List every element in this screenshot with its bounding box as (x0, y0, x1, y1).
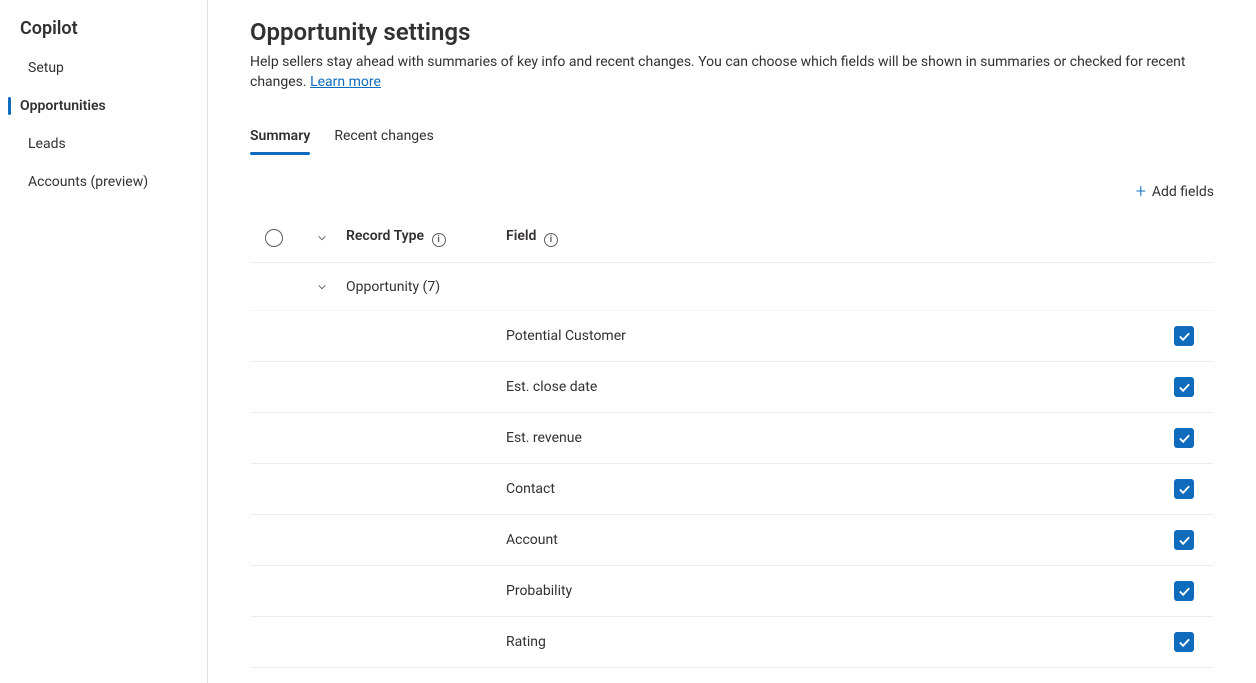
sidebar-item-label: Setup (28, 60, 64, 76)
field-name: Est. close date (506, 379, 1154, 395)
row-checkbox[interactable] (1174, 479, 1194, 499)
field-name: Account (506, 532, 1154, 548)
fields-table: Record Type i Field i Opportunity (7) (250, 213, 1214, 668)
tab-label: Recent changes (334, 128, 433, 144)
chevron-down-icon[interactable] (317, 233, 327, 243)
tab-summary[interactable]: Summary (250, 120, 310, 154)
info-icon[interactable]: i (432, 233, 446, 247)
row-checkbox[interactable] (1174, 377, 1194, 397)
select-all-radio[interactable] (265, 229, 283, 247)
field-name: Potential Customer (506, 328, 1154, 344)
page-description-text: Help sellers stay ahead with summaries o… (250, 54, 1185, 90)
toolbar: + Add fields (250, 183, 1214, 201)
table-row: Potential Customer (250, 311, 1214, 362)
header-record-type: Record Type i (346, 228, 506, 247)
sidebar-item-label: Leads (28, 136, 66, 152)
table-row: Est. revenue (250, 413, 1214, 464)
row-checkbox[interactable] (1174, 428, 1194, 448)
table-header-row: Record Type i Field i (250, 213, 1214, 263)
table-row: Rating (250, 617, 1214, 668)
add-fields-button[interactable]: + Add fields (1136, 183, 1214, 201)
table-row: Account (250, 515, 1214, 566)
tab-label: Summary (250, 128, 310, 144)
plus-icon: + (1136, 183, 1146, 201)
field-name: Est. revenue (506, 430, 1154, 446)
page-description: Help sellers stay ahead with summaries o… (250, 52, 1214, 92)
tab-recent-changes[interactable]: Recent changes (334, 120, 433, 154)
header-field-label: Field (506, 228, 536, 244)
table-row: Est. close date (250, 362, 1214, 413)
page-title: Opportunity settings (250, 18, 1214, 46)
sidebar-item-setup[interactable]: Setup (0, 49, 207, 87)
info-icon[interactable]: i (544, 233, 558, 247)
chevron-down-icon[interactable] (317, 282, 327, 292)
sidebar-item-label: Opportunities (20, 98, 106, 114)
row-checkbox[interactable] (1174, 581, 1194, 601)
group-label: Opportunity (7) (346, 279, 440, 295)
group-row-opportunity: Opportunity (7) (250, 263, 1214, 311)
field-name: Contact (506, 481, 1154, 497)
field-name: Rating (506, 634, 1154, 650)
header-record-type-label: Record Type (346, 228, 424, 244)
sidebar-item-label: Accounts (preview) (28, 174, 148, 190)
sidebar-item-leads[interactable]: Leads (0, 125, 207, 163)
table-row: Probability (250, 566, 1214, 617)
main: Opportunity settings Help sellers stay a… (208, 0, 1256, 683)
learn-more-link[interactable]: Learn more (310, 74, 381, 90)
field-name: Probability (506, 583, 1154, 599)
sidebar: Copilot Setup Opportunities Leads Accoun… (0, 0, 208, 683)
row-checkbox[interactable] (1174, 632, 1194, 652)
header-field: Field i (506, 228, 1154, 247)
row-checkbox[interactable] (1174, 326, 1194, 346)
sidebar-item-opportunities[interactable]: Opportunities (0, 87, 207, 125)
add-fields-label: Add fields (1152, 184, 1214, 200)
sidebar-title: Copilot (0, 18, 207, 49)
row-checkbox[interactable] (1174, 530, 1194, 550)
tabs: Summary Recent changes (250, 120, 1214, 155)
table-row: Contact (250, 464, 1214, 515)
sidebar-item-accounts[interactable]: Accounts (preview) (0, 163, 207, 201)
